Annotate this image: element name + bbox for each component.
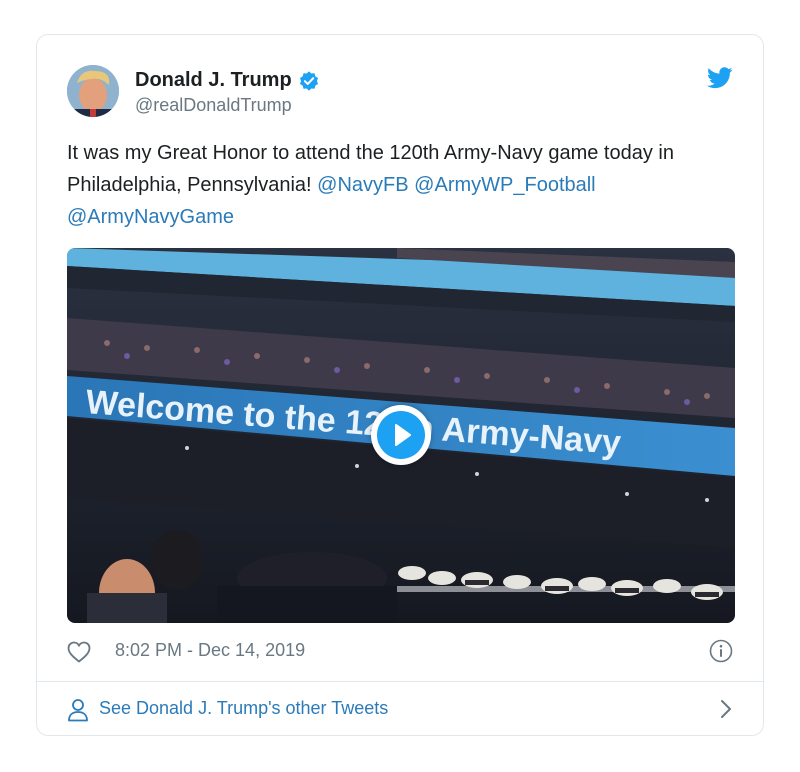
play-icon (377, 411, 425, 459)
author-handle[interactable]: @realDonaldTrump (135, 95, 292, 116)
author-name[interactable]: Donald J. Trump (135, 69, 292, 92)
tweet-timestamp[interactable]: 8:02 PM - Dec 14, 2019 (115, 640, 305, 661)
tweet-meta: 8:02 PM - Dec 14, 2019 (67, 639, 733, 665)
tweet-text: It was my Great Honor to attend the 120t… (67, 137, 717, 233)
mention-link[interactable]: @NavyFB (317, 174, 408, 196)
author-name-row: Donald J. Trump (135, 69, 320, 92)
tweet-header: Donald J. Trump @realDonaldTrump (67, 65, 733, 121)
play-button[interactable] (371, 405, 431, 465)
heart-icon[interactable] (67, 641, 91, 663)
verified-badge-icon (299, 70, 318, 91)
chevron-right-icon (721, 700, 731, 718)
twitter-bird-icon[interactable] (707, 67, 733, 89)
mention-link[interactable]: @ArmyWP_Football (414, 174, 595, 196)
avatar[interactable] (67, 65, 119, 117)
see-other-tweets-link[interactable]: See Donald J. Trump's other Tweets (67, 695, 733, 723)
embedded-tweet-card: Donald J. Trump @realDonaldTrump It was … (36, 34, 764, 736)
footer-divider (37, 681, 763, 682)
info-icon[interactable] (709, 639, 733, 663)
see-other-tweets-label[interactable]: See Donald J. Trump's other Tweets (99, 698, 388, 719)
mention-link[interactable]: @ArmyNavyGame (67, 206, 234, 228)
person-icon (68, 699, 88, 722)
video-player[interactable]: Welcome to the 120th Army-Navy (67, 248, 735, 623)
